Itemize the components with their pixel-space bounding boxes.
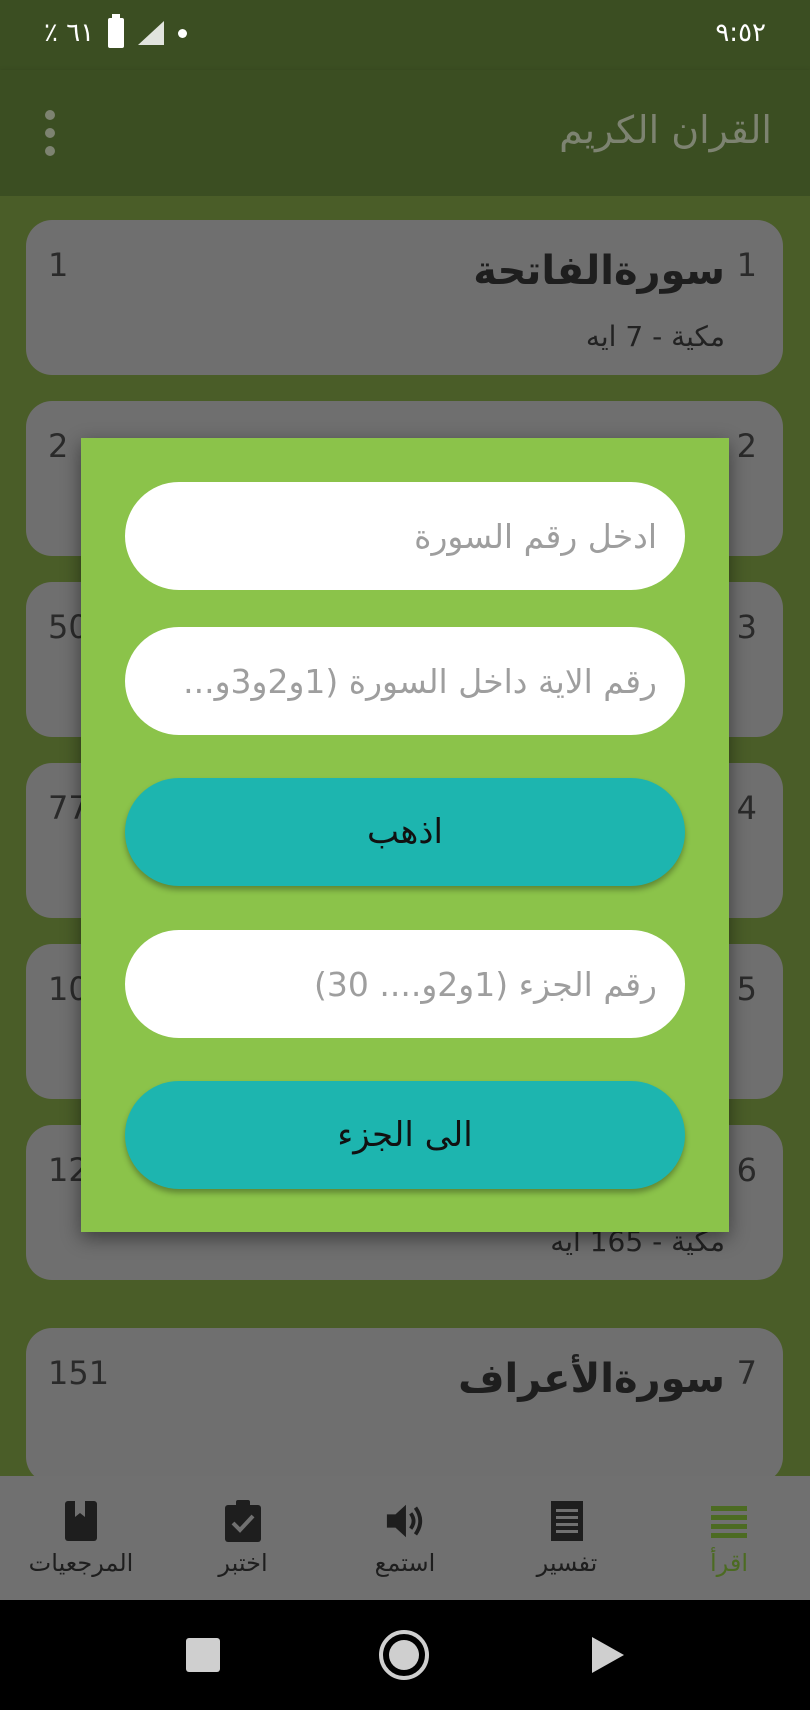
back-icon[interactable] <box>592 1637 624 1673</box>
page-title: القران الكريم <box>559 108 772 152</box>
status-bar: ٪ ٦١ ٩:٥٢ <box>0 0 810 70</box>
nav-listen-label: استمع <box>374 1549 436 1577</box>
surah-page: 1 <box>48 246 69 284</box>
clipboard-check-icon <box>223 1499 263 1543</box>
bookmark-book-icon <box>61 1499 101 1543</box>
surah-name: سورةالفاتحة <box>473 248 725 294</box>
surah-page: 151 <box>48 1354 110 1392</box>
surah-number: 5 <box>736 970 757 1008</box>
go-button[interactable]: اذهب <box>125 778 685 886</box>
nav-test[interactable]: اختبر <box>162 1476 324 1600</box>
surah-number: 3 <box>736 608 757 646</box>
recents-icon[interactable] <box>186 1638 220 1672</box>
surah-meta: مكية - 7 ايه <box>585 320 725 353</box>
nav-listen[interactable]: استمع <box>324 1476 486 1600</box>
surah-number: 2 <box>736 427 757 465</box>
status-icons: ٪ ٦١ <box>44 14 188 48</box>
juz-number-placeholder: رقم الجزء (1و2و.... 30) <box>314 964 657 1004</box>
nav-test-label: اختبر <box>218 1549 268 1577</box>
ayah-number-input[interactable]: رقم الاية داخل السورة (1و2و3و... <box>125 627 685 735</box>
bottom-navigation: اقرأ تفسير استمع اختبر المرجعيات <box>0 1476 810 1600</box>
home-icon[interactable] <box>379 1630 429 1680</box>
surah-number: 6 <box>736 1151 757 1189</box>
surah-type: مكية <box>671 320 725 353</box>
surah-name: سورةالأعراف <box>458 1356 725 1402</box>
notification-dot-icon <box>178 28 188 38</box>
system-navigation <box>0 1600 810 1710</box>
speaker-icon <box>385 1499 425 1543</box>
menu-lines-icon <box>709 1499 749 1543</box>
nav-read[interactable]: اقرأ <box>648 1476 810 1600</box>
surah-number: 4 <box>736 789 757 827</box>
surah-number-input[interactable]: ادخل رقم السورة <box>125 482 685 590</box>
surah-card[interactable]: 7 151 سورةالأعراف <box>26 1328 783 1476</box>
nav-tafsir[interactable]: تفسير <box>486 1476 648 1600</box>
go-to-juz-button[interactable]: الى الجزء <box>125 1081 685 1189</box>
nav-references-label: المرجعيات <box>28 1549 134 1577</box>
surah-number: 7 <box>736 1354 757 1392</box>
nav-tafsir-label: تفسير <box>536 1549 598 1577</box>
status-time: ٩:٥٢ <box>715 18 766 48</box>
juz-number-input[interactable]: رقم الجزء (1و2و.... 30) <box>125 930 685 1038</box>
surah-ayat: 7 ايه <box>585 320 644 353</box>
notes-icon <box>547 1499 587 1543</box>
app-bar: القران الكريم <box>0 70 810 196</box>
nav-read-label: اقرأ <box>709 1549 749 1577</box>
battery-percent: ٪ ٦١ <box>44 18 95 48</box>
overflow-menu-icon[interactable] <box>38 110 62 156</box>
surah-number: 1 <box>736 246 757 284</box>
nav-references[interactable]: المرجعيات <box>0 1476 162 1600</box>
battery-icon <box>108 14 125 48</box>
surah-card[interactable]: 1 1 سورةالفاتحة مكية - 7 ايه <box>26 220 783 375</box>
ayah-number-placeholder: رقم الاية داخل السورة (1و2و3و... <box>183 661 657 701</box>
go-to-dialog: ادخل رقم السورة رقم الاية داخل السورة (1… <box>81 438 729 1232</box>
signal-icon <box>138 21 165 45</box>
surah-number-placeholder: ادخل رقم السورة <box>414 516 657 556</box>
surah-page: 2 <box>48 427 69 465</box>
